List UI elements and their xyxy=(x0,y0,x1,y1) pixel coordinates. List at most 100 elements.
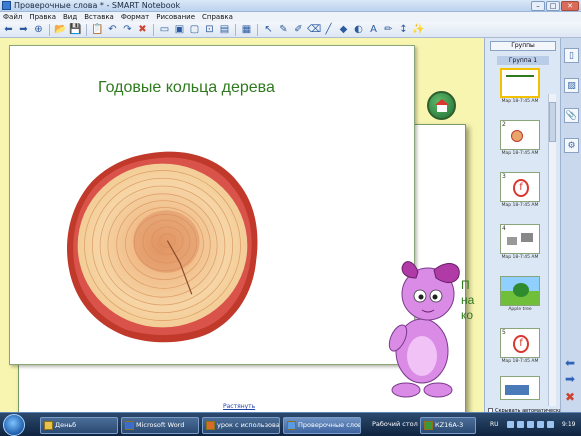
forward-icon[interactable]: ➡ xyxy=(17,23,30,36)
network-icon[interactable] xyxy=(547,421,554,428)
page-thumbnail-1[interactable]: Мар 18-7:45 AM xyxy=(500,68,540,104)
fullscreen-icon[interactable]: ▢ xyxy=(188,23,201,36)
next-page-icon[interactable]: ➡ xyxy=(565,372,575,386)
text-icon[interactable]: A xyxy=(367,23,380,36)
character-pupil xyxy=(418,294,424,300)
thumbnail-number: 2 xyxy=(502,121,506,128)
thumbnail-preview[interactable] xyxy=(500,376,540,400)
cut-off-line: ко xyxy=(461,308,474,322)
thumbnail-caption: Мар 18-7:45 AM xyxy=(501,359,539,364)
record-icon[interactable]: ▤ xyxy=(218,23,231,36)
tray-icon[interactable] xyxy=(517,421,524,428)
taskbar-item[interactable]: Деньб xyxy=(40,417,118,434)
delete-icon[interactable]: ✖ xyxy=(136,23,149,36)
desktop-toolbar[interactable]: Рабочий стол xyxy=(364,417,419,434)
shape-icon[interactable]: ◆ xyxy=(337,23,350,36)
previous-page-icon[interactable]: ⬅ xyxy=(565,356,575,370)
thumbnail-caption: Мар 18-7:45 AM xyxy=(501,255,539,260)
page-thumbnail-6[interactable]: 5 f Мар 18-7:45 AM xyxy=(500,328,540,364)
menu-file[interactable]: Файл xyxy=(3,12,22,22)
page-thumbnail-2[interactable]: 2 Мар 18-7:45 AM xyxy=(500,120,540,156)
add-page-icon[interactable]: ⊕ xyxy=(32,23,45,36)
character-ear xyxy=(401,261,419,279)
clock[interactable]: 9:19 xyxy=(562,421,575,428)
menu-bar: Файл Правка Вид Вставка Формат Рисование… xyxy=(0,12,581,22)
thumbnail-preview[interactable]: 4 xyxy=(500,224,540,254)
eraser-icon[interactable]: ⌫ xyxy=(307,23,321,36)
side-tabs: ▯ ▨ 📎 ⚙ ⬅ ➡ ✖ xyxy=(560,38,581,412)
page-sorter-tab-icon[interactable]: ▯ xyxy=(564,48,579,63)
cut-off-line: П xyxy=(461,278,470,292)
menu-view[interactable]: Вид xyxy=(63,12,77,22)
volume-icon[interactable] xyxy=(537,421,544,428)
thumbnail-caption: Мар 18-7:45 AM xyxy=(501,99,539,104)
menu-edit[interactable]: Правка xyxy=(29,12,56,22)
properties-icon[interactable]: ✏ xyxy=(382,23,395,36)
save-icon[interactable]: 💾 xyxy=(69,23,82,36)
taskbar-item[interactable]: урок с использова... xyxy=(202,417,280,434)
taskbar-item[interactable]: КZ16А-3 xyxy=(420,417,476,434)
page-thumbnail-3[interactable]: 3 f Мар 18-7:45 AM xyxy=(500,172,540,208)
thumbnail-preview[interactable]: 2 xyxy=(500,120,540,150)
thumbnail-caption: Apple tree xyxy=(508,307,532,312)
title-bar: Проверочные слова * - SMART Notebook – □… xyxy=(0,0,581,12)
character-foot xyxy=(423,382,453,398)
taskbar-item-active[interactable]: Проверочные слова... xyxy=(283,417,361,434)
pen-icon[interactable]: ✎ xyxy=(277,23,290,36)
attachments-tab-icon[interactable]: 📎 xyxy=(564,108,579,123)
menu-insert[interactable]: Вставка xyxy=(84,12,114,22)
move-toolbar-icon[interactable]: ↕ xyxy=(397,23,410,36)
thumbnail-preview[interactable] xyxy=(500,276,540,306)
undo-icon[interactable]: ↶ xyxy=(106,23,119,36)
page-thumbnail-4[interactable]: 4 Мар 18-7:45 AM xyxy=(500,224,540,260)
tray-icon[interactable] xyxy=(507,421,514,428)
properties-tab-icon[interactable]: ⚙ xyxy=(564,138,579,153)
menu-help[interactable]: Справка xyxy=(202,12,233,22)
thumbnail-preview[interactable] xyxy=(500,68,540,98)
character-belly xyxy=(407,336,437,376)
thumbnail-number: 5 xyxy=(502,329,506,336)
scrollbar-thumb[interactable] xyxy=(549,102,556,142)
menu-format[interactable]: Формат xyxy=(121,12,149,22)
home-icon[interactable] xyxy=(427,91,456,120)
redo-icon[interactable]: ↷ xyxy=(121,23,134,36)
fill-icon[interactable]: ◐ xyxy=(352,23,365,36)
tree-rings-image[interactable] xyxy=(65,148,260,343)
start-button-icon[interactable] xyxy=(3,414,25,436)
tray-icon[interactable] xyxy=(527,421,534,428)
thumbnail-preview[interactable]: 5 f xyxy=(500,328,540,358)
open-icon[interactable]: 📂 xyxy=(54,23,67,36)
luntik-character-image[interactable] xyxy=(378,256,466,402)
screen-shade-icon[interactable]: ▭ xyxy=(158,23,171,36)
creative-pen-icon[interactable]: ✐ xyxy=(292,23,305,36)
taskbar-item[interactable]: Microsoft Word xyxy=(121,417,199,434)
menu-draw[interactable]: Рисование xyxy=(156,12,195,22)
display-icon[interactable]: ▣ xyxy=(173,23,186,36)
back-icon[interactable]: ⬅ xyxy=(2,23,15,36)
slide-title[interactable]: Годовые кольца дерева xyxy=(98,79,275,97)
delete-page-icon[interactable]: ✖ xyxy=(565,390,575,404)
language-indicator[interactable]: RU xyxy=(490,421,499,428)
gallery-tab-icon[interactable]: ▨ xyxy=(564,78,579,93)
minimize-button[interactable]: – xyxy=(531,1,545,11)
group-label[interactable]: Группа 1 xyxy=(497,56,549,65)
panel-scrollbar[interactable] xyxy=(548,94,556,406)
page-thumbnail-5[interactable]: Apple tree xyxy=(500,276,540,312)
table-icon[interactable]: ▦ xyxy=(240,23,253,36)
line-icon[interactable]: ╱ xyxy=(322,23,335,36)
toolbar-separator xyxy=(49,23,50,36)
maximize-button[interactable]: □ xyxy=(546,1,560,11)
toolbar-separator xyxy=(257,23,258,36)
close-button[interactable]: ✕ xyxy=(561,1,579,11)
select-icon[interactable]: ↖ xyxy=(262,23,275,36)
cut-off-line: на xyxy=(461,293,475,307)
page-thumbnail-7[interactable] xyxy=(500,376,540,400)
thumbnail-preview[interactable]: 3 f xyxy=(500,172,540,202)
cut-off-text: П на ко xyxy=(461,278,484,323)
groups-button[interactable]: Группы xyxy=(490,41,556,51)
expand-link[interactable]: Растянуть xyxy=(223,403,255,410)
capture-icon[interactable]: ⊡ xyxy=(203,23,216,36)
character-pupil xyxy=(432,294,438,300)
paste-icon[interactable]: 📋 xyxy=(91,23,104,36)
magic-pen-icon[interactable]: ✨ xyxy=(412,23,425,36)
